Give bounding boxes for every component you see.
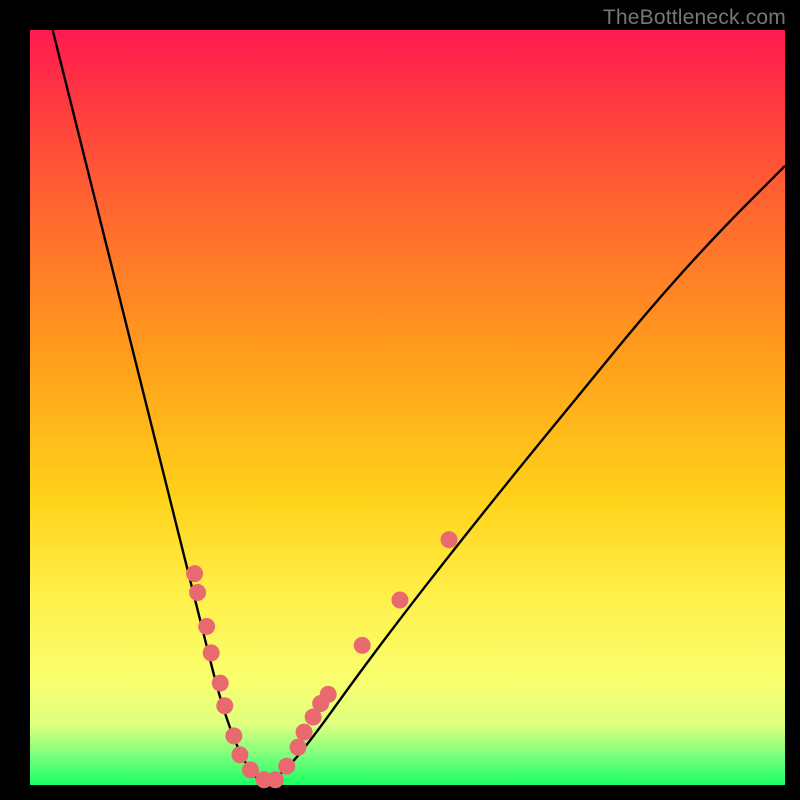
data-marker [198,618,215,635]
chart-svg [30,30,785,785]
data-marker [290,739,307,756]
data-marker [296,724,313,741]
data-marker [441,531,458,548]
data-marker [186,565,203,582]
data-marker [267,771,284,788]
data-marker [242,761,259,778]
data-marker [354,637,371,654]
data-marker [225,727,242,744]
data-marker [320,686,337,703]
data-marker [216,697,233,714]
data-marker [203,644,220,661]
data-marker [391,592,408,609]
chart-stage: TheBottleneck.com [0,0,800,800]
marker-group [186,531,457,788]
watermark-text: TheBottleneck.com [603,6,786,30]
data-marker [189,584,206,601]
data-marker [212,675,229,692]
data-marker [231,746,248,763]
bottleneck-curve [53,30,785,781]
data-marker [278,758,295,775]
plot-area [30,30,785,785]
